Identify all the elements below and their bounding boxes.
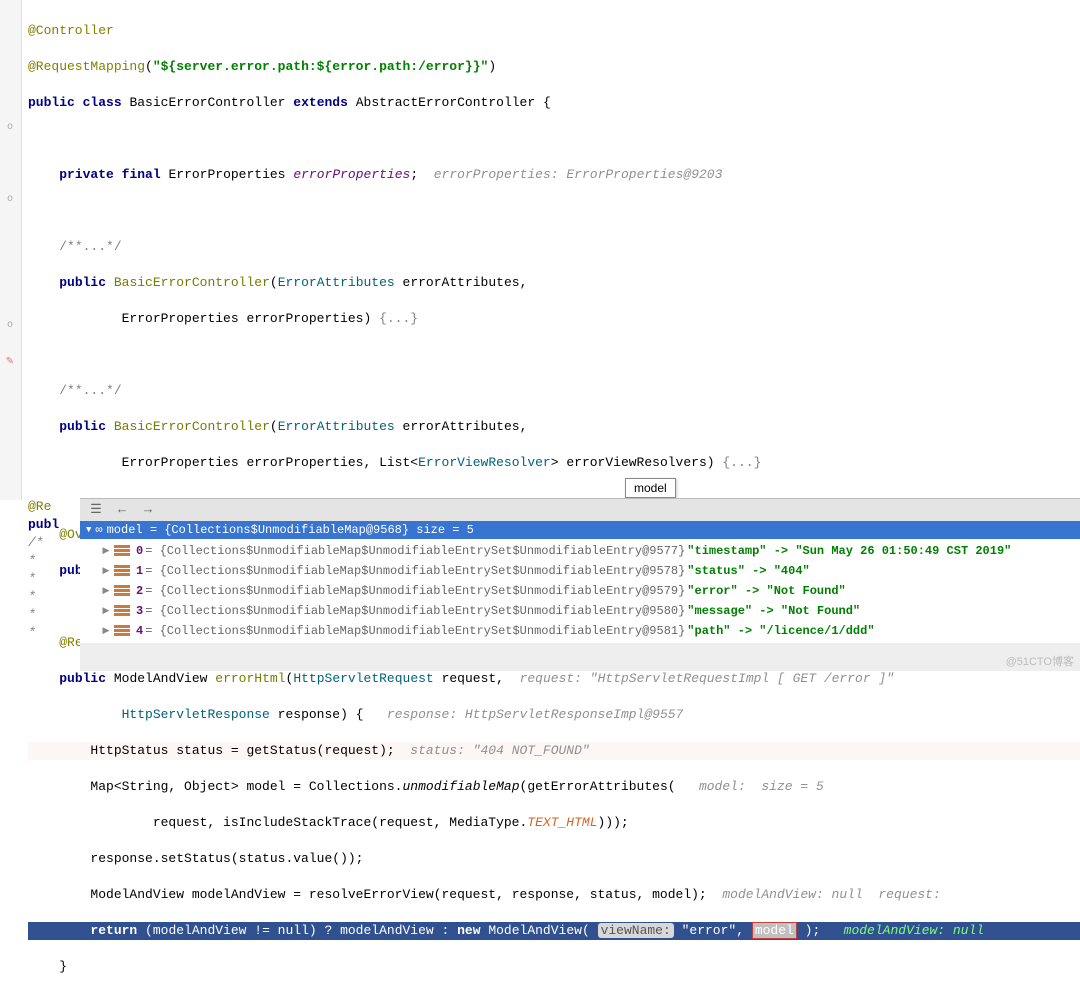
variable-entry[interactable]: ▶ 4 = {Collections$UnmodifiableMap$Unmod…	[80, 621, 1080, 641]
expand-arrow-icon[interactable]: ▶	[100, 606, 112, 616]
folded-comment[interactable]: /**...*/	[59, 383, 121, 398]
expand-arrow-icon[interactable]: ▶	[100, 626, 112, 636]
variable-list: ▶ 0 = {Collections$UnmodifiableMap$Unmod…	[80, 539, 1080, 643]
constructor-1: BasicErrorController	[114, 275, 270, 290]
debugger-toolbar: ☰ ← →	[80, 499, 1080, 521]
folded-body[interactable]: {...}	[379, 311, 418, 326]
mapping-value: "${server.error.path:${error.path:/error…	[153, 59, 488, 74]
execution-line: return (modelAndView != null) ? modelAnd…	[28, 922, 1080, 940]
watermark: @51CTO博客	[1006, 653, 1074, 669]
collapse-arrow-icon[interactable]: ▼	[86, 525, 91, 535]
hover-tooltip: model	[625, 478, 676, 498]
annotation-controller: @Controller	[28, 23, 114, 38]
annotation-requestmapping: @RequestMapping	[28, 59, 145, 74]
forward-icon[interactable]: →	[140, 502, 156, 518]
code-editor[interactable]: @Controller @RequestMapping("${server.er…	[0, 0, 1080, 994]
map-entry-icon	[114, 585, 130, 597]
expand-arrow-icon[interactable]: ▶	[100, 586, 112, 596]
map-entry-icon	[114, 545, 130, 557]
method-errorhtml: errorHtml	[215, 671, 285, 686]
param-hint: viewName:	[598, 923, 674, 938]
class-name: BasicErrorController	[129, 95, 285, 110]
variable-model[interactable]: model	[752, 922, 797, 939]
variable-entry[interactable]: ▶ 2 = {Collections$UnmodifiableMap$Unmod…	[80, 581, 1080, 601]
stack-frames-icon[interactable]: ☰	[88, 502, 104, 518]
folded-comment[interactable]: /**...*/	[59, 239, 121, 254]
inline-hint: errorProperties: ErrorProperties@9203	[434, 167, 723, 182]
expand-arrow-icon[interactable]: ▶	[100, 546, 112, 556]
expand-arrow-icon[interactable]: ▶	[100, 566, 112, 576]
map-entry-icon	[114, 625, 130, 637]
back-icon[interactable]: ←	[114, 502, 130, 518]
map-entry-icon	[114, 605, 130, 617]
debugger-panel: ☰ ← → ▼ ∞ model = {Collections$Unmodifia…	[80, 498, 1080, 671]
variable-root-model[interactable]: ▼ ∞ model = {Collections$UnmodifiableMap…	[80, 521, 1080, 539]
folded-body[interactable]: {...}	[722, 455, 761, 470]
variable-entry[interactable]: ▶ 0 = {Collections$UnmodifiableMap$Unmod…	[80, 541, 1080, 561]
map-entry-icon	[114, 565, 130, 577]
constructor-2: BasicErrorController	[114, 419, 270, 434]
variable-entry[interactable]: ▶ 3 = {Collections$UnmodifiableMap$Unmod…	[80, 601, 1080, 621]
variable-entry[interactable]: ▶ 1 = {Collections$UnmodifiableMap$Unmod…	[80, 561, 1080, 581]
editor-left-cut: @Re publ /* * * * * *	[22, 498, 80, 642]
